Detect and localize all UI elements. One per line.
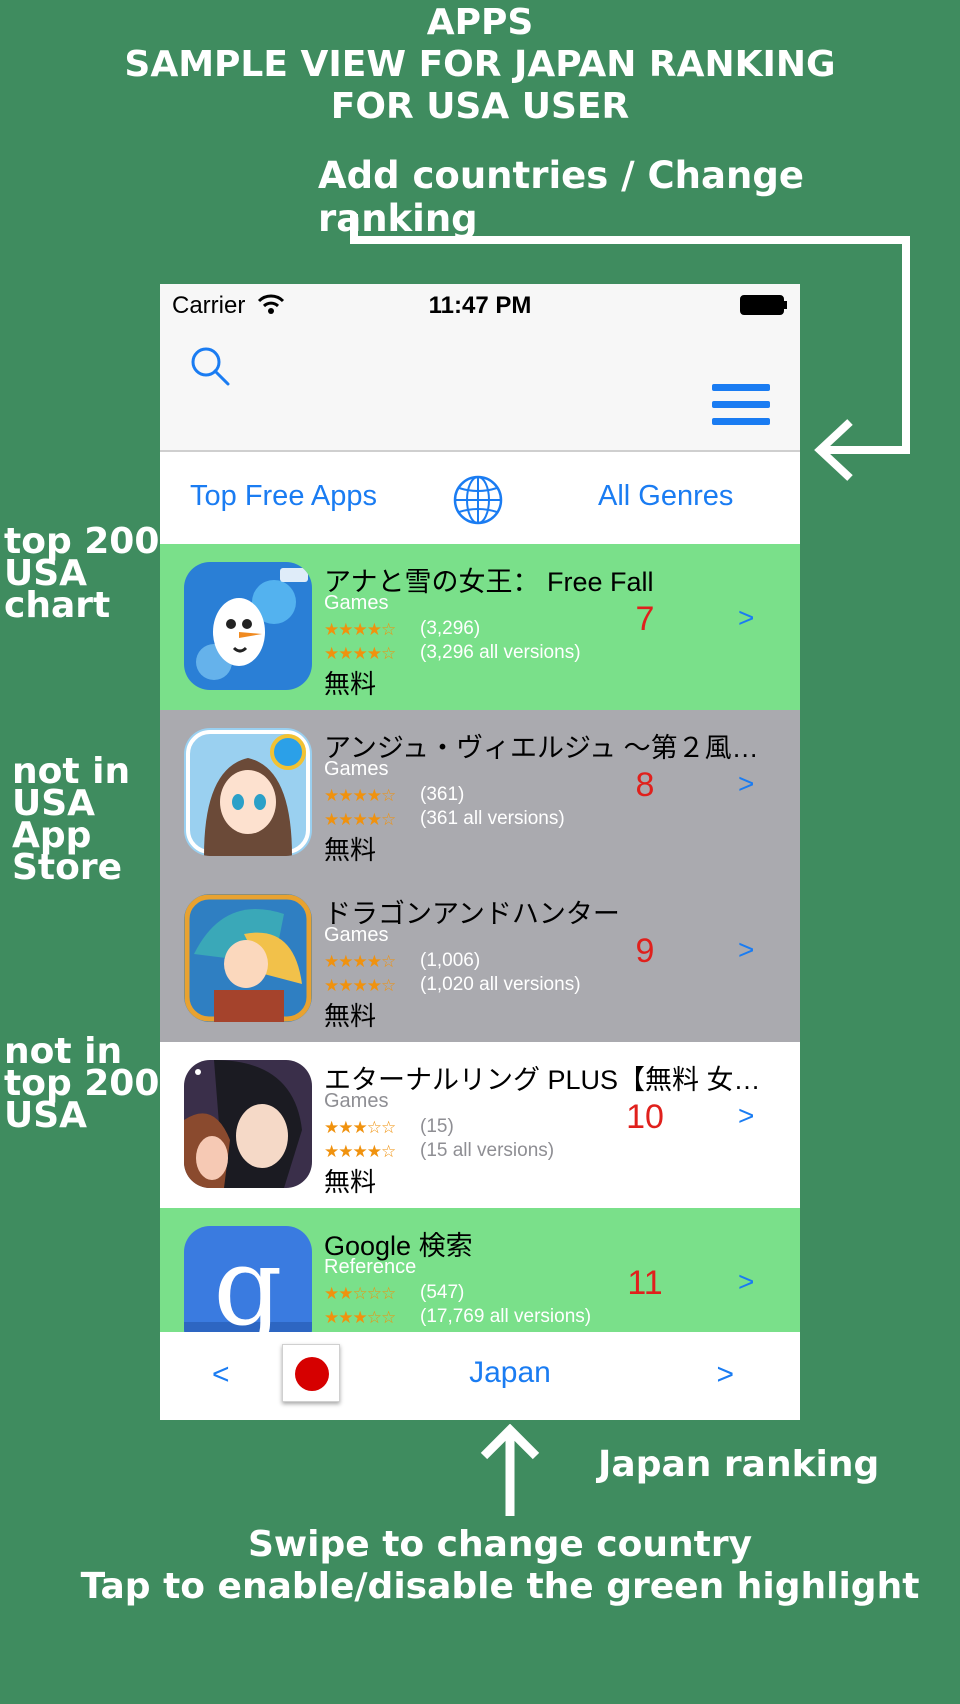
not-in-top200-note: not in top 200 USA <box>4 1031 160 1136</box>
rating-count-all: (3,296 all versions) <box>420 642 581 663</box>
rank-number: 11 <box>627 1264 663 1302</box>
status-time: 11:47 PM <box>428 292 532 319</box>
app-title: アナと雪の女王： Free Fall <box>324 567 654 597</box>
next-country-button[interactable]: > <box>716 1358 734 1392</box>
all-genres-button[interactable]: All Genres <box>598 480 733 513</box>
app-genre: Games <box>324 592 389 614</box>
country-name[interactable]: Japan <box>160 1356 800 1390</box>
rating-stars-all: ★★★★☆ <box>324 1142 396 1161</box>
globe-icon[interactable] <box>452 474 504 526</box>
app-title: アンジュ・ヴィエルジュ ～第２風紀委... <box>324 733 784 763</box>
app-title: ドラゴンアンドハンター <box>324 899 620 929</box>
menu-line <box>712 418 770 425</box>
app-icon-eternal-ring <box>184 1060 312 1188</box>
rank-number: 7 <box>635 600 655 638</box>
chevron-right-icon[interactable]: > <box>738 934 754 966</box>
rating-stars: ★★☆☆☆ <box>324 1284 396 1303</box>
chevron-right-icon[interactable]: > <box>738 1266 754 1298</box>
not-in-usa-store-note: not in USA App Store <box>12 751 131 888</box>
app-genre: Reference <box>324 1256 417 1278</box>
app-price: 無料 <box>324 835 377 865</box>
rating-count: (1,006) <box>420 950 481 971</box>
rating-stars-all: ★★★★☆ <box>324 976 396 995</box>
rating-stars-all: ★★★★☆ <box>324 810 396 829</box>
rating-stars: ★★★★☆ <box>324 786 396 805</box>
top-free-apps-button[interactable]: Top Free Apps <box>190 480 377 513</box>
rating-count: (361) <box>420 784 465 805</box>
app-row[interactable]: エターナルリング PLUS【無料 女性向... Games ★★★☆☆ (15)… <box>160 1042 800 1208</box>
rank-number: 9 <box>635 932 655 970</box>
rank-number: 10 <box>626 1098 664 1136</box>
rating-stars-all: ★★★☆☆ <box>324 1308 396 1327</box>
app-row[interactable]: アナと雪の女王： Free Fall Games ★★★★☆ (3,296) ★… <box>160 544 800 710</box>
swipe-instructions-note: Swipe to change country Tap to enable/di… <box>80 1524 920 1607</box>
rating-count: (15) <box>420 1116 454 1137</box>
hamburger-menu-icon[interactable] <box>712 384 770 428</box>
app-row[interactable]: アンジュ・ヴィエルジュ ～第２風紀委... Games ★★★★☆ (361) … <box>160 710 800 876</box>
menu-line <box>712 384 770 391</box>
rating-count-all: (1,020 all versions) <box>420 974 581 995</box>
rating-count: (547) <box>420 1282 465 1303</box>
chevron-right-icon[interactable]: > <box>738 1100 754 1132</box>
top200-usa-note: top 200 USA chart <box>4 521 160 626</box>
app-icon-ange-vierge <box>184 728 312 856</box>
app-screen: Carrier 11:47 PM Top Free Apps All Genre… <box>160 284 800 1420</box>
chevron-right-icon[interactable]: > <box>738 602 754 634</box>
menu-line <box>712 401 770 408</box>
search-icon[interactable] <box>188 344 232 388</box>
rating-count: (3,296) <box>420 618 481 639</box>
rating-stars: ★★★★☆ <box>324 952 396 971</box>
app-genre: Games <box>324 924 389 946</box>
chart-selector-bar: Top Free Apps All Genres <box>160 452 800 544</box>
country-switcher-bar[interactable]: < Japan > <box>160 1332 800 1420</box>
app-icon-dragon-and-hunter <box>184 894 312 1022</box>
japan-ranking-note: Japan ranking <box>598 1444 880 1485</box>
app-price: 無料 <box>324 669 377 699</box>
rating-stars: ★★★★☆ <box>324 620 396 639</box>
chevron-right-icon[interactable]: > <box>738 768 754 800</box>
app-row[interactable]: ドラゴンアンドハンター Games ★★★★☆ (1,006) ★★★★☆ (1… <box>160 876 800 1042</box>
promo-header-title: APPS SAMPLE VIEW FOR JAPAN RANKING FOR U… <box>124 2 836 127</box>
rating-stars-all: ★★★★☆ <box>324 644 396 663</box>
navigation-bar <box>160 324 800 452</box>
rating-count-all: (17,769 all versions) <box>420 1306 592 1327</box>
rating-stars: ★★★☆☆ <box>324 1118 396 1137</box>
app-price: 無料 <box>324 1001 377 1031</box>
battery-icon <box>740 295 787 315</box>
status-bar: Carrier 11:47 PM <box>160 284 800 324</box>
arrow-up-icon <box>480 1424 540 1516</box>
rating-count-all: (15 all versions) <box>420 1140 555 1161</box>
rank-number: 8 <box>635 766 655 804</box>
app-price: 無料 <box>324 1167 377 1197</box>
rating-count-all: (361 all versions) <box>420 808 565 829</box>
app-icon-frozen <box>184 562 312 690</box>
app-genre: Games <box>324 1090 389 1112</box>
app-genre: Games <box>324 758 389 780</box>
app-title: エターナルリング PLUS【無料 女性向... <box>324 1065 784 1095</box>
